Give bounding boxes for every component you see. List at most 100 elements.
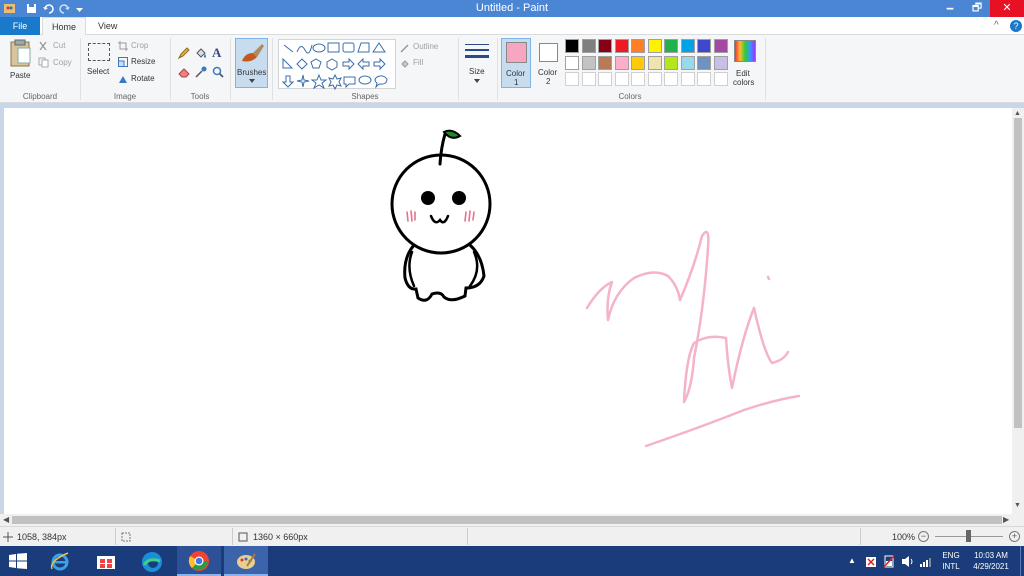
taskbar-edge[interactable] <box>130 546 174 576</box>
palette-swatch[interactable] <box>664 39 678 53</box>
taskbar-store[interactable] <box>84 546 128 576</box>
palette-swatch[interactable] <box>614 39 629 53</box>
palette-swatch[interactable] <box>697 39 711 53</box>
palette-swatch[interactable] <box>614 72 629 86</box>
show-hidden-icons[interactable]: ▲ <box>848 555 856 566</box>
palette-swatch[interactable] <box>664 55 678 70</box>
taskbar-internet-explorer[interactable] <box>38 546 82 576</box>
zoom-in-icon[interactable]: + <box>1009 531 1020 542</box>
edit-colors-label-2: colors <box>733 78 755 87</box>
palette-swatch[interactable] <box>647 39 662 53</box>
vertical-scroll-thumb[interactable] <box>1014 118 1022 428</box>
palette-swatch[interactable] <box>697 72 711 86</box>
fill-button[interactable]: Fill <box>413 58 423 67</box>
doodle-head <box>390 153 492 255</box>
volume-icon[interactable] <box>901 555 915 568</box>
minimize-button[interactable]: 🗕 <box>937 0 963 17</box>
resize-button[interactable]: Resize <box>131 57 155 66</box>
palette-swatch[interactable] <box>697 55 711 70</box>
outline-button[interactable]: Outline <box>413 42 438 51</box>
palette-swatch[interactable] <box>598 55 612 70</box>
taskbar-chrome[interactable] <box>177 546 221 576</box>
color1-button[interactable]: Color 1 <box>501 38 531 88</box>
help-icon[interactable]: ? <box>1010 20 1022 32</box>
palette-swatch[interactable] <box>598 72 612 86</box>
palette-swatch[interactable] <box>680 72 695 86</box>
palette-swatch[interactable] <box>565 39 579 53</box>
ribbon-tabs: File Home View ^ ? <box>0 17 1024 36</box>
color-picker-icon[interactable] <box>195 66 207 78</box>
collapse-ribbon-icon[interactable]: ^ <box>994 20 999 31</box>
tab-view[interactable]: View <box>88 17 127 35</box>
action-center-warning-icon[interactable] <box>865 556 877 568</box>
store-icon <box>97 556 115 569</box>
size-button[interactable]: Size <box>462 39 492 89</box>
taskbar-paint[interactable] <box>224 546 268 576</box>
tab-home[interactable]: Home <box>42 17 86 36</box>
palette-swatch[interactable] <box>713 39 728 53</box>
palette-swatch[interactable] <box>565 55 579 70</box>
tab-file[interactable]: File <box>0 17 40 35</box>
palette-swatch[interactable] <box>664 72 678 86</box>
palette-swatch[interactable] <box>713 72 728 86</box>
group-divider <box>170 38 171 100</box>
language-code: ENG <box>942 551 960 560</box>
taskbar: ▲ ENG INTL 10:03 AM 4/29/2021 <box>0 546 1024 576</box>
brushes-button[interactable]: Brushes <box>235 38 268 88</box>
palette-swatch[interactable] <box>614 55 629 70</box>
horizontal-scroll-thumb[interactable] <box>12 516 1002 524</box>
edit-colors-button[interactable]: Edit colors <box>731 38 759 88</box>
magnifier-icon[interactable] <box>212 66 224 78</box>
clock[interactable]: 10:03 AM 4/29/2021 <box>966 550 1016 572</box>
network-icon[interactable] <box>919 556 933 568</box>
eraser-icon[interactable] <box>178 66 190 78</box>
drawing-canvas[interactable] <box>4 108 1012 514</box>
show-desktop-button[interactable] <box>1020 546 1021 576</box>
restore-button[interactable]: 🗗 <box>964 0 990 17</box>
copy-button[interactable]: Copy <box>53 58 72 67</box>
cut-button[interactable]: Cut <box>53 41 65 50</box>
language-indicator[interactable]: ENG INTL <box>938 550 964 572</box>
scroll-right-icon[interactable]: ▶ <box>1003 515 1009 524</box>
palette-swatch[interactable] <box>631 39 645 53</box>
select-button[interactable]: Select <box>86 41 112 87</box>
pencil-icon[interactable] <box>178 47 190 59</box>
color2-number: 2 <box>546 77 551 86</box>
zoom-out-icon[interactable]: − <box>918 531 929 542</box>
scroll-down-icon[interactable]: ▼ <box>1014 502 1021 509</box>
color2-button[interactable]: Color 2 <box>534 38 564 88</box>
palette-swatch[interactable] <box>598 39 612 53</box>
crop-button[interactable]: Crop <box>131 41 148 50</box>
rotate-button[interactable]: Rotate <box>131 74 155 83</box>
colors-group-label: Colors <box>618 92 642 101</box>
canvas-size: 1360 × 660px <box>253 532 308 542</box>
fill-bucket-icon[interactable] <box>195 47 207 59</box>
palette-swatch[interactable] <box>647 72 662 86</box>
scroll-up-icon[interactable]: ▲ <box>1014 110 1021 117</box>
horizontal-scrollbar[interactable]: ◀ ▶ <box>0 514 1024 526</box>
shapes-gallery[interactable] <box>278 39 396 91</box>
palette-swatch[interactable] <box>581 72 596 86</box>
palette-swatch[interactable] <box>680 39 695 53</box>
zoom-slider-thumb[interactable] <box>966 530 971 542</box>
status-divider <box>467 528 468 545</box>
scroll-left-icon[interactable]: ◀ <box>3 515 9 524</box>
palette-swatch[interactable] <box>565 72 579 86</box>
chevron-down-icon <box>474 79 480 83</box>
palette-swatch[interactable] <box>647 55 662 70</box>
palette-swatch[interactable] <box>631 55 645 70</box>
palette-swatch[interactable] <box>581 55 596 70</box>
paste-button[interactable]: Paste <box>6 39 34 87</box>
battery-icon[interactable] <box>883 555 895 568</box>
text-tool-icon[interactable]: A <box>212 45 221 61</box>
brush-icon <box>242 44 264 62</box>
palette-swatch[interactable] <box>581 39 596 53</box>
keyboard-layout: INTL <box>942 562 960 571</box>
vertical-scrollbar[interactable]: ▲ ▼ <box>1012 108 1024 514</box>
group-divider <box>458 38 459 100</box>
close-button[interactable]: ✕ <box>990 0 1024 17</box>
palette-swatch[interactable] <box>680 55 695 70</box>
palette-swatch[interactable] <box>631 72 645 86</box>
internet-explorer-icon <box>50 552 69 571</box>
palette-swatch[interactable] <box>713 55 728 70</box>
